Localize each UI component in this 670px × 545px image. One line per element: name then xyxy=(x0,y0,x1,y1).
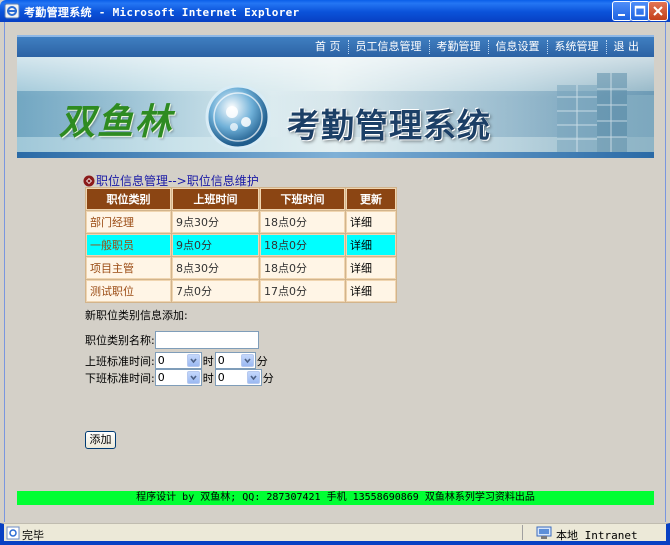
footer-credits: 程序设计 by 双鱼林; QQ: 287307421 手机 1355869086… xyxy=(17,491,654,505)
dropdown-arrow-icon xyxy=(240,354,254,367)
cell-start-time: 7点0分 xyxy=(172,280,259,302)
nav-item-home[interactable]: 首 页 xyxy=(308,40,348,54)
cell-start-time: 9点30分 xyxy=(172,211,259,233)
page-done-icon xyxy=(6,526,20,540)
col-header-update: 更新 xyxy=(346,188,396,210)
cell-end-time: 18点0分 xyxy=(260,211,345,233)
dropdown-arrow-icon xyxy=(186,371,200,384)
start-time-label: 上班标准时间: xyxy=(85,354,155,368)
dropdown-arrow-icon xyxy=(186,354,200,367)
status-divider xyxy=(522,525,523,540)
zone-text: 本地 Intranet xyxy=(556,529,638,542)
cell-start-time: 9点0分 xyxy=(172,234,259,256)
detail-link[interactable]: 详细 xyxy=(346,234,396,256)
maximize-button[interactable] xyxy=(630,1,650,21)
end-hour-value: 0 xyxy=(157,371,165,384)
table-row: 测试职位 7点0分 17点0分 详细 xyxy=(86,280,396,302)
table-row: 部门经理 9点30分 18点0分 详细 xyxy=(86,211,396,233)
end-hour-select[interactable]: 0 xyxy=(154,369,202,386)
cell-end-time: 18点0分 xyxy=(260,257,345,279)
cell-end-time: 17点0分 xyxy=(260,280,345,302)
start-minute-value: 0 xyxy=(217,354,225,367)
close-button[interactable] xyxy=(648,1,668,21)
window-titlebar: 考勤管理系统 - Microsoft Internet Explorer xyxy=(0,0,670,22)
top-nav: 首 页 员工信息管理 考勤管理 信息设置 系统管理 退 出 xyxy=(17,35,654,57)
nav-item-attendance[interactable]: 考勤管理 xyxy=(428,40,488,54)
cell-position: 测试职位 xyxy=(86,280,171,302)
intranet-zone-icon xyxy=(536,526,552,539)
nav-item-settings[interactable]: 信息设置 xyxy=(487,40,547,54)
detail-link[interactable]: 详细 xyxy=(346,211,396,233)
hour-unit: 时 xyxy=(202,354,214,368)
start-time-row: 上班标准时间: 0 时 0 分 xyxy=(85,352,268,369)
end-minute-value: 0 xyxy=(217,371,225,384)
start-hour-select[interactable]: 0 xyxy=(154,352,202,369)
cell-position: 项目主管 xyxy=(86,257,171,279)
end-minute-select[interactable]: 0 xyxy=(214,369,262,386)
add-button[interactable]: 添加 xyxy=(85,431,116,449)
dropdown-arrow-icon xyxy=(246,371,260,384)
detail-link[interactable]: 详细 xyxy=(346,280,396,302)
page-container: 首 页 员工信息管理 考勤管理 信息设置 系统管理 退 出 双鱼林 考勤管理系统… xyxy=(17,35,654,505)
col-header-end: 下班时间 xyxy=(260,188,345,210)
name-row: 职位类别名称: xyxy=(85,331,259,349)
page-icon xyxy=(83,175,95,186)
position-table: 职位类别 上班时间 下班时间 更新 部门经理 9点30分 18点0分 详细 一般… xyxy=(85,187,397,303)
cell-position: 部门经理 xyxy=(86,211,171,233)
maximize-icon xyxy=(634,5,646,17)
minute-unit: 分 xyxy=(256,354,268,368)
minute-unit: 分 xyxy=(262,371,274,385)
close-icon xyxy=(653,6,663,16)
position-name-input[interactable] xyxy=(154,331,259,349)
nav-item-employee[interactable]: 员工信息管理 xyxy=(347,40,429,54)
window-title: 考勤管理系统 - Microsoft Internet Explorer xyxy=(24,6,300,19)
col-header-position: 职位类别 xyxy=(86,188,171,210)
end-time-label: 下班标准时间: xyxy=(85,371,155,385)
browser-viewport: 首 页 员工信息管理 考勤管理 信息设置 系统管理 退 出 双鱼林 考勤管理系统… xyxy=(4,22,666,522)
system-title: 考勤管理系统 xyxy=(287,106,491,145)
start-minute-select[interactable]: 0 xyxy=(214,352,256,369)
form-caption: 新职位类别信息添加: xyxy=(85,309,188,322)
name-label: 职位类别名称: xyxy=(85,334,155,347)
nav-item-logout[interactable]: 退 出 xyxy=(605,40,647,54)
start-hour-value: 0 xyxy=(157,354,165,367)
status-text: 完毕 xyxy=(22,529,44,542)
table-row: 一般职员 9点0分 18点0分 详细 xyxy=(86,234,396,256)
minimize-icon xyxy=(618,14,625,16)
logo-orb-icon xyxy=(205,84,271,150)
brand-name: 双鱼林 xyxy=(59,101,174,143)
banner-bottom-bar xyxy=(17,152,654,158)
table-header-row: 职位类别 上班时间 下班时间 更新 xyxy=(86,188,396,210)
cell-start-time: 8点30分 xyxy=(172,257,259,279)
nav-item-system[interactable]: 系统管理 xyxy=(546,40,606,54)
col-header-start: 上班时间 xyxy=(172,188,259,210)
hour-unit: 时 xyxy=(202,371,214,385)
building-graphic xyxy=(557,73,654,158)
detail-link[interactable]: 详细 xyxy=(346,257,396,279)
table-row: 项目主管 8点30分 18点0分 详细 xyxy=(86,257,396,279)
cell-end-time: 18点0分 xyxy=(260,234,345,256)
ie-app-icon xyxy=(4,3,20,19)
status-bar: 完毕 本地 Intranet xyxy=(0,523,670,545)
cell-position: 一般职员 xyxy=(86,234,171,256)
header-banner: 双鱼林 考勤管理系统 xyxy=(17,57,654,158)
minimize-button[interactable] xyxy=(612,1,632,21)
end-time-row: 下班标准时间: 0 时 0 分 xyxy=(85,369,274,386)
